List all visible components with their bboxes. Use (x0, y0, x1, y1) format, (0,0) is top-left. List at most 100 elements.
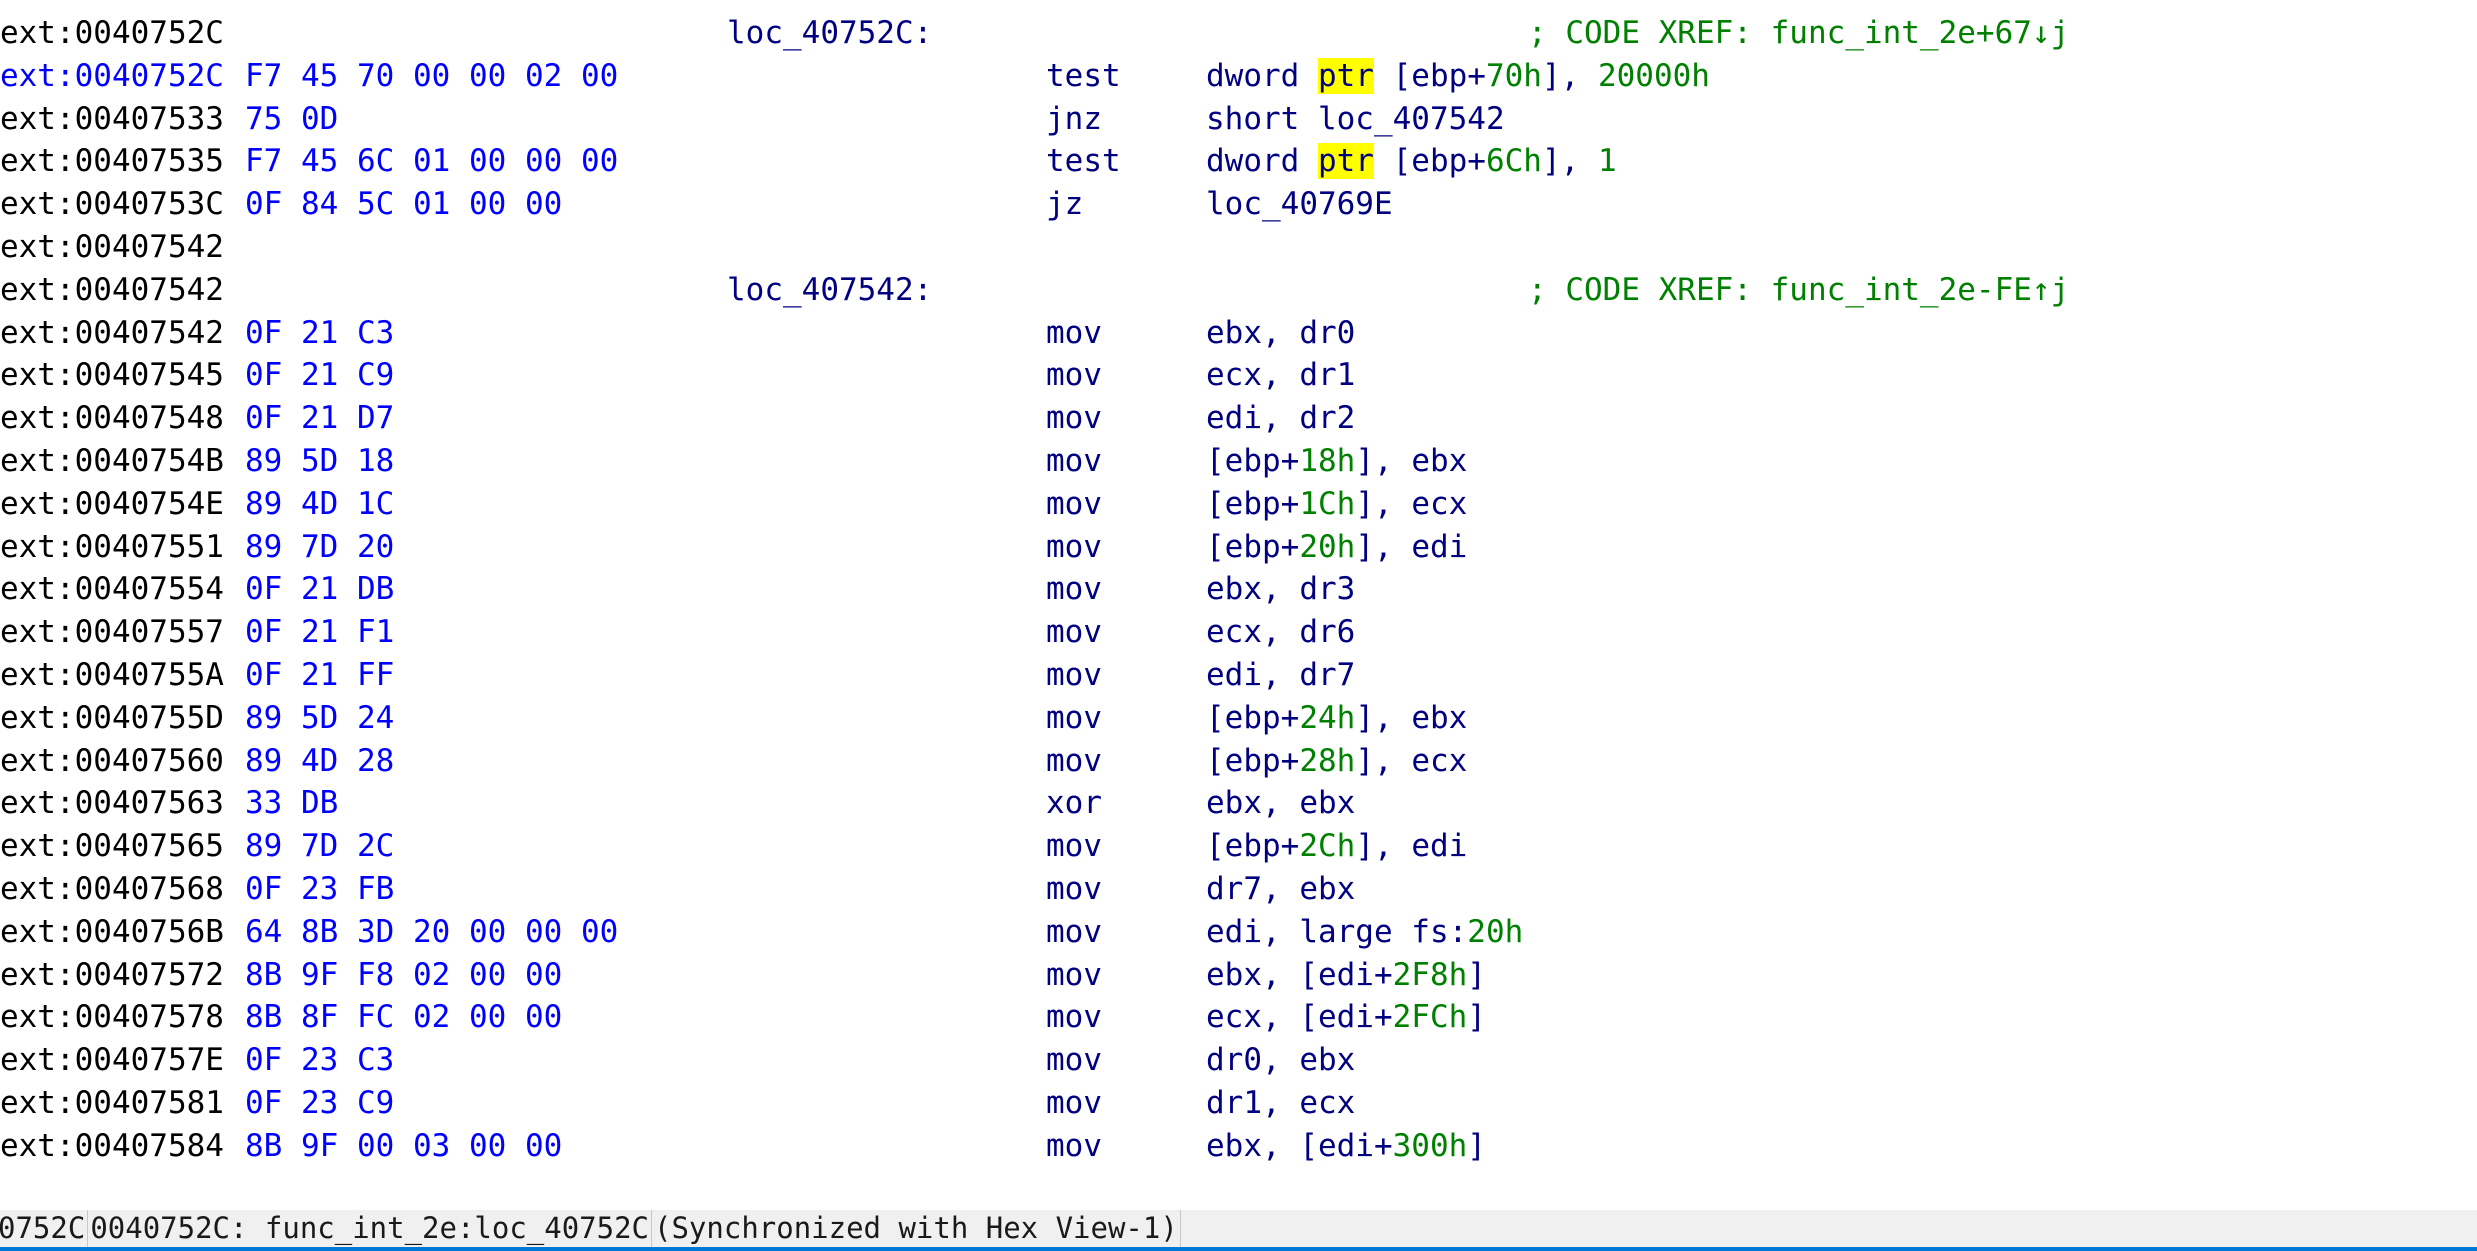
listing-line[interactable]: text:00407560 89 4D 28 mov [ebp+28h], ecx (0, 740, 2477, 783)
listing-line[interactable]: text:0040752C F7 45 70 00 00 02 00 test dwo… (0, 55, 2477, 98)
instruction-mnemonic[interactable]: mov (1046, 954, 1102, 997)
line-address[interactable]: text:00407535 (0, 140, 224, 183)
numeric-operand[interactable]: 24h (1299, 700, 1355, 736)
opcode-bytes[interactable]: 89 7D 2C (245, 825, 394, 868)
listing-line[interactable]: text:00407557 0F 21 F1 mov ecx, dr6 (0, 611, 2477, 654)
instruction-operands[interactable]: ecx, dr1 (1206, 354, 1355, 397)
operand-text[interactable]: ], (1542, 143, 1598, 179)
instruction-operands[interactable]: [ebp+1Ch], ecx (1206, 483, 1467, 526)
instruction-operands[interactable]: [ebp+24h], ebx (1206, 697, 1467, 740)
listing-line[interactable]: text:00407533 75 0D jnz short loc_407542 (0, 98, 2477, 141)
operand-text[interactable]: ] (1467, 999, 1486, 1035)
line-address[interactable]: text:00407542 (0, 312, 224, 355)
instruction-operands[interactable]: [ebp+28h], ecx (1206, 740, 1467, 783)
opcode-bytes[interactable]: 0F 23 FB (245, 868, 394, 911)
opcode-bytes[interactable]: 8B 9F F8 02 00 00 (245, 954, 562, 997)
operand-text[interactable]: [ebp+ (1206, 743, 1299, 779)
operand-text[interactable]: edi, dr2 (1206, 400, 1355, 436)
instruction-operands[interactable]: edi, dr7 (1206, 654, 1355, 697)
listing-line[interactable]: text:00407535 F7 45 6C 01 00 00 00 test dwo… (0, 140, 2477, 183)
listing-line[interactable]: text:00407568 0F 23 FB mov dr7, ebx (0, 868, 2477, 911)
operand-text[interactable]: ebx, dr3 (1206, 571, 1355, 607)
operand-text[interactable]: ], ecx (1355, 486, 1467, 522)
line-address[interactable]: text:0040757E (0, 1039, 224, 1082)
instruction-operands[interactable]: dword ptr [ebp+6Ch], 1 (1206, 140, 1617, 183)
instruction-operands[interactable]: [ebp+18h], ebx (1206, 440, 1467, 483)
opcode-bytes[interactable]: 8B 9F 00 03 00 00 (245, 1125, 562, 1168)
instruction-mnemonic[interactable]: mov (1046, 1082, 1102, 1125)
numeric-operand[interactable]: 20h (1299, 529, 1355, 565)
line-address[interactable]: text:00407578 (0, 996, 224, 1039)
operand-text[interactable]: [ebp+ (1206, 529, 1299, 565)
operand-text[interactable]: ebx, ebx (1206, 785, 1355, 821)
operand-text[interactable]: [ebp+ (1374, 58, 1486, 94)
opcode-bytes[interactable]: 89 5D 24 (245, 697, 394, 740)
opcode-bytes[interactable]: 33 DB (245, 782, 338, 825)
line-address[interactable]: text:0040755A (0, 654, 224, 697)
line-address[interactable]: text:00407542 (0, 269, 224, 312)
numeric-operand[interactable]: 2FCh (1393, 999, 1468, 1035)
operand-text[interactable]: [ebp+ (1206, 700, 1299, 736)
opcode-bytes[interactable]: 0F 84 5C 01 00 00 (245, 183, 562, 226)
operand-text[interactable]: ecx, dr1 (1206, 357, 1355, 393)
instruction-operands[interactable]: [ebp+20h], edi (1206, 526, 1467, 569)
operand-text[interactable]: [ebp+ (1206, 486, 1299, 522)
listing-line[interactable]: text:00407542 0F 21 C3 mov ebx, dr0 (0, 312, 2477, 355)
listing-line[interactable]: text:00407584 8B 9F 00 03 00 00 mov ebx, [e… (0, 1125, 2477, 1168)
opcode-bytes[interactable]: 0F 23 C3 (245, 1039, 394, 1082)
operand-text[interactable]: short loc_407542 (1206, 101, 1505, 137)
instruction-operands[interactable]: edi, dr2 (1206, 397, 1355, 440)
instruction-mnemonic[interactable]: mov (1046, 354, 1102, 397)
numeric-operand[interactable]: 18h (1299, 443, 1355, 479)
numeric-operand[interactable]: 2F8h (1393, 957, 1468, 993)
highlighted-token[interactable]: ptr (1317, 143, 1374, 180)
highlighted-token[interactable]: ptr (1317, 57, 1374, 94)
listing-line[interactable]: text:00407545 0F 21 C9 mov ecx, dr1 (0, 354, 2477, 397)
opcode-bytes[interactable]: 8B 8F FC 02 00 00 (245, 996, 562, 1039)
operand-text[interactable]: dr0, ebx (1206, 1042, 1355, 1078)
line-address[interactable]: text:00407548 (0, 397, 224, 440)
instruction-operands[interactable]: dr7, ebx (1206, 868, 1355, 911)
instruction-mnemonic[interactable]: xor (1046, 782, 1102, 825)
line-address[interactable]: text:00407572 (0, 954, 224, 997)
line-address[interactable]: text:0040756B (0, 911, 224, 954)
operand-text[interactable]: dword (1206, 58, 1318, 94)
opcode-bytes[interactable]: F7 45 6C 01 00 00 00 (245, 140, 618, 183)
operand-text[interactable]: ecx, dr6 (1206, 614, 1355, 650)
instruction-mnemonic[interactable]: mov (1046, 1125, 1102, 1168)
listing-line[interactable]: text:00407581 0F 23 C9 mov dr1, ecx (0, 1082, 2477, 1125)
operand-text[interactable]: [ebp+ (1374, 143, 1486, 179)
listing-line[interactable]: text:0040756B 64 8B 3D 20 00 00 00 mov edi,… (0, 911, 2477, 954)
operand-text[interactable]: [ebp+ (1206, 443, 1299, 479)
disassembly-listing[interactable]: text:0040752C loc_40752C: ; CODE XREF: fun… (0, 12, 2477, 1202)
line-address[interactable]: text:0040753C (0, 183, 224, 226)
instruction-operands[interactable]: ebx, dr0 (1206, 312, 1355, 355)
opcode-bytes[interactable]: 0F 21 D7 (245, 397, 394, 440)
numeric-operand[interactable]: 1Ch (1299, 486, 1355, 522)
instruction-operands[interactable]: ebx, [edi+300h] (1206, 1125, 1486, 1168)
instruction-operands[interactable]: ebx, ebx (1206, 782, 1355, 825)
instruction-operands[interactable]: ebx, [edi+2F8h] (1206, 954, 1486, 997)
listing-line[interactable]: text:0040755A 0F 21 FF mov edi, dr7 (0, 654, 2477, 697)
instruction-operands[interactable]: short loc_407542 (1206, 98, 1505, 141)
line-address[interactable]: text:00407565 (0, 825, 224, 868)
instruction-operands[interactable]: ecx, dr6 (1206, 611, 1355, 654)
opcode-bytes[interactable]: F7 45 70 00 00 02 00 (245, 55, 618, 98)
numeric-operand[interactable]: 28h (1299, 743, 1355, 779)
operand-text[interactable]: ], edi (1355, 529, 1467, 565)
numeric-operand[interactable]: 20h (1467, 914, 1523, 950)
instruction-mnemonic[interactable]: mov (1046, 868, 1102, 911)
instruction-mnemonic[interactable]: mov (1046, 526, 1102, 569)
opcode-bytes[interactable]: 75 0D (245, 98, 338, 141)
listing-line[interactable]: text:00407565 89 7D 2C mov [ebp+2Ch], edi (0, 825, 2477, 868)
line-address[interactable]: text:00407563 (0, 782, 224, 825)
line-address[interactable]: text:00407560 (0, 740, 224, 783)
line-address[interactable]: text:0040752C (0, 12, 224, 55)
operand-text[interactable]: ebx, [edi+ (1206, 957, 1393, 993)
opcode-bytes[interactable]: 0F 21 C3 (245, 312, 394, 355)
instruction-mnemonic[interactable]: mov (1046, 397, 1102, 440)
operand-text[interactable]: ecx, [edi+ (1206, 999, 1393, 1035)
opcode-bytes[interactable]: 0F 21 DB (245, 568, 394, 611)
line-address[interactable]: text:00407545 (0, 354, 224, 397)
instruction-mnemonic[interactable]: mov (1046, 611, 1102, 654)
